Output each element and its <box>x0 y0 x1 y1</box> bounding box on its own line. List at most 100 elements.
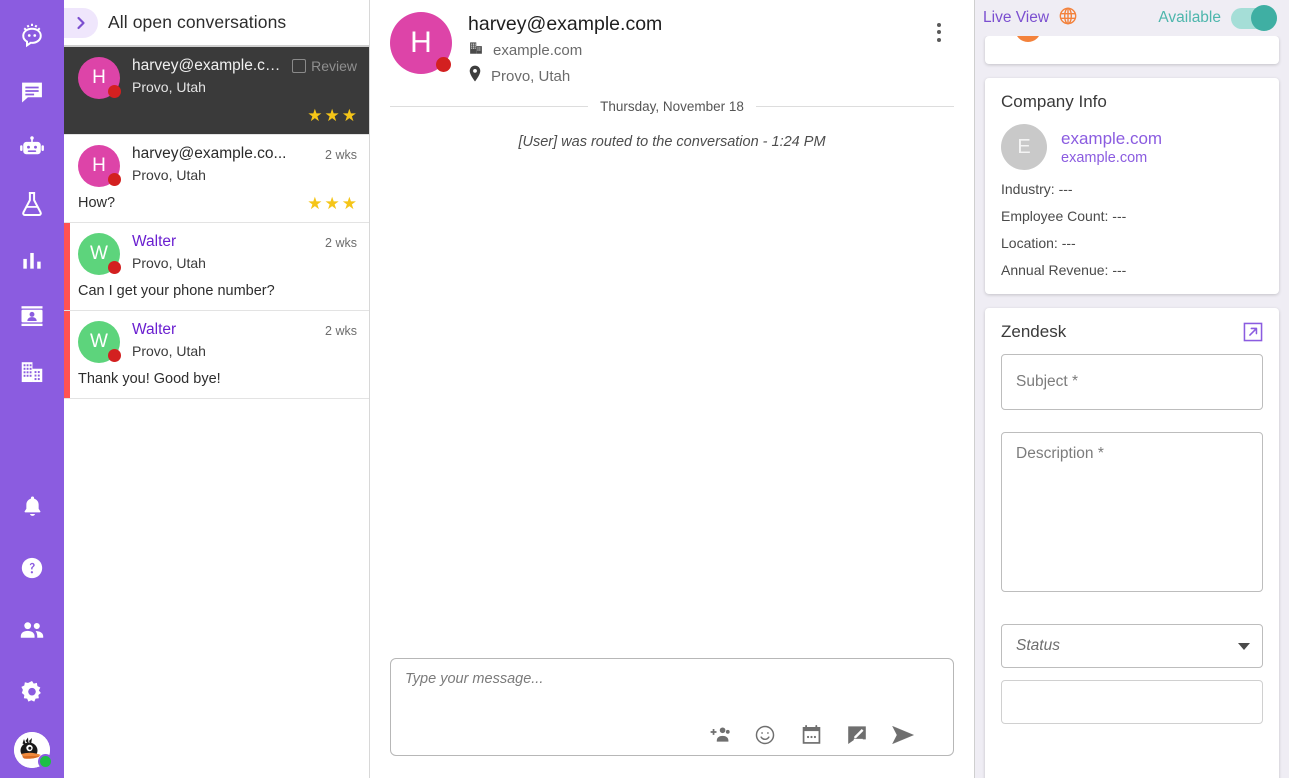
offline-status-dot <box>108 85 121 98</box>
live-view-button[interactable]: Live View <box>983 6 1078 31</box>
zendesk-description-input[interactable]: Description * <box>1001 432 1263 592</box>
caret-down-icon <box>1238 642 1250 650</box>
star-icon: ★ <box>324 105 340 125</box>
star-icon: ★ <box>307 193 323 213</box>
chat-company-name: example.com <box>493 42 583 60</box>
subject-placeholder: Subject * <box>1016 373 1079 390</box>
external-link-icon[interactable] <box>1243 322 1263 342</box>
offline-status-dot <box>108 261 121 274</box>
conversation-preview: How? <box>78 195 116 211</box>
rating-stars: ★ ★ ★ <box>307 107 357 124</box>
location-pin-icon <box>468 65 482 87</box>
conversation-row-line1: harvey@example.co... 2 wks <box>132 145 357 163</box>
send-icon[interactable] <box>891 723 915 747</box>
conversation-preview: Thank you! Good bye! <box>78 371 221 387</box>
zendesk-status-select[interactable]: Status <box>1001 624 1263 668</box>
date-divider: Thursday, November 18 <box>390 99 955 114</box>
building-icon <box>468 40 484 61</box>
zendesk-card: Zendesk Subject * Description * Status <box>985 308 1279 778</box>
app-root: All open conversations H harvey@example.… <box>0 0 1289 778</box>
flask-icon[interactable] <box>10 182 54 226</box>
message-composer[interactable]: Type your message... <box>390 658 954 756</box>
field-value: --- <box>1112 208 1127 224</box>
chat-icon[interactable] <box>10 70 54 114</box>
conversation-row-top: H harvey@example.co... 2 wks Provo, Utah <box>78 145 357 187</box>
conversation-row-top: W Walter 2 wks Provo, Utah <box>78 321 357 363</box>
chevron-right-icon[interactable] <box>64 7 98 38</box>
conversation-name: Walter <box>132 233 177 250</box>
canned-response-icon[interactable] <box>845 723 869 747</box>
composer-toolbar <box>405 723 939 747</box>
conversation-row-line1: Walter 2 wks <box>132 321 357 339</box>
bell-icon[interactable] <box>10 484 54 528</box>
star-icon: ★ <box>341 105 357 125</box>
context-panel-header: Live View Available <box>975 0 1289 36</box>
building-icon[interactable] <box>10 350 54 394</box>
bot-idea-icon[interactable] <box>10 14 54 58</box>
robot-icon[interactable] <box>10 126 54 170</box>
zendesk-subject-input[interactable]: Subject * <box>1001 354 1263 410</box>
conversation-list-panel: All open conversations H harvey@example.… <box>64 0 370 778</box>
emoji-icon[interactable] <box>753 723 777 747</box>
zendesk-header: Zendesk <box>1001 322 1263 342</box>
help-icon[interactable] <box>10 546 54 590</box>
review-control[interactable]: Review <box>292 57 357 74</box>
conversation-list-title: All open conversations <box>108 12 287 32</box>
add-person-icon[interactable] <box>707 723 731 747</box>
company-avatar: E <box>1001 124 1047 170</box>
conversation-row-bottom: ★ ★ ★ <box>78 105 357 125</box>
conversation-location: Provo, Utah <box>132 167 206 183</box>
user-avatar[interactable] <box>14 732 53 769</box>
kebab-menu-icon[interactable] <box>924 12 954 52</box>
company-domain-link[interactable]: example.com <box>1061 150 1162 166</box>
context-panel-scroll[interactable]: Company Info E example.com example.com I… <box>975 36 1289 778</box>
company-field-location: Location: --- <box>1001 235 1263 251</box>
availability-label: Available <box>1158 9 1221 26</box>
gear-icon[interactable] <box>10 670 54 714</box>
system-message: [User] was routed to the conversation - … <box>518 134 826 151</box>
bar-chart-icon[interactable] <box>10 238 54 282</box>
conversation-timestamp: 2 wks <box>325 324 357 338</box>
chat-header: H harvey@example.com example.com Provo, … <box>370 0 974 97</box>
field-label: Employee Count: <box>1001 208 1109 224</box>
avatar-initial: H <box>92 155 106 176</box>
company-field-industry: Industry: --- <box>1001 181 1263 197</box>
conversation-location: Provo, Utah <box>132 343 206 359</box>
review-label: Review <box>311 58 357 74</box>
company-name-link[interactable]: example.com <box>1061 128 1162 150</box>
review-checkbox[interactable] <box>292 59 307 73</box>
conversation-avatar: W <box>78 321 121 363</box>
chat-company-row: example.com <box>468 40 908 61</box>
message-input[interactable]: Type your message... <box>405 671 939 687</box>
conversation-preview: Can I get your phone number? <box>78 283 275 299</box>
live-view-label: Live View <box>983 9 1050 26</box>
field-label: Location: <box>1001 235 1058 251</box>
conversation-row[interactable]: W Walter 2 wks Provo, Utah Thank you! Go… <box>64 311 369 399</box>
company-info-title: Company Info <box>1001 92 1107 111</box>
description-placeholder: Description * <box>1016 445 1104 462</box>
company-info-card: Company Info E example.com example.com I… <box>985 78 1279 294</box>
contact-card-icon[interactable] <box>10 294 54 338</box>
zendesk-title: Zendesk <box>1001 322 1067 341</box>
zendesk-secondary-select[interactable] <box>1001 680 1263 724</box>
conversation-row[interactable]: W Walter 2 wks Provo, Utah Can I get you… <box>64 223 369 311</box>
company-name-block: example.com example.com <box>1061 128 1162 166</box>
availability-control[interactable]: Available <box>1158 5 1277 31</box>
calendar-icon[interactable] <box>799 723 823 747</box>
conversation-row[interactable]: H harvey@example.co... 2 wks Provo, Utah… <box>64 135 369 223</box>
conversation-row[interactable]: H harvey@example.co... Review Provo, Uta… <box>64 47 369 135</box>
availability-toggle[interactable] <box>1231 5 1277 31</box>
field-label: Industry: <box>1001 181 1055 197</box>
people-icon[interactable] <box>10 608 54 652</box>
clipped-orange-avatar <box>1015 36 1041 42</box>
globe-icon[interactable] <box>1058 6 1078 31</box>
conversation-name: harvey@example.co... <box>132 145 287 162</box>
field-value: --- <box>1112 262 1127 278</box>
conversation-name: Walter <box>132 321 177 338</box>
avatar-initial: W <box>90 331 108 352</box>
conversation-row-main: Walter 2 wks Provo, Utah <box>132 321 357 359</box>
star-icon: ★ <box>341 193 357 213</box>
clipped-card-above[interactable] <box>985 36 1279 64</box>
conversation-row-bottom: How? ★ ★ ★ <box>78 193 357 213</box>
chat-contact-info: harvey@example.com example.com Provo, Ut… <box>468 12 908 87</box>
